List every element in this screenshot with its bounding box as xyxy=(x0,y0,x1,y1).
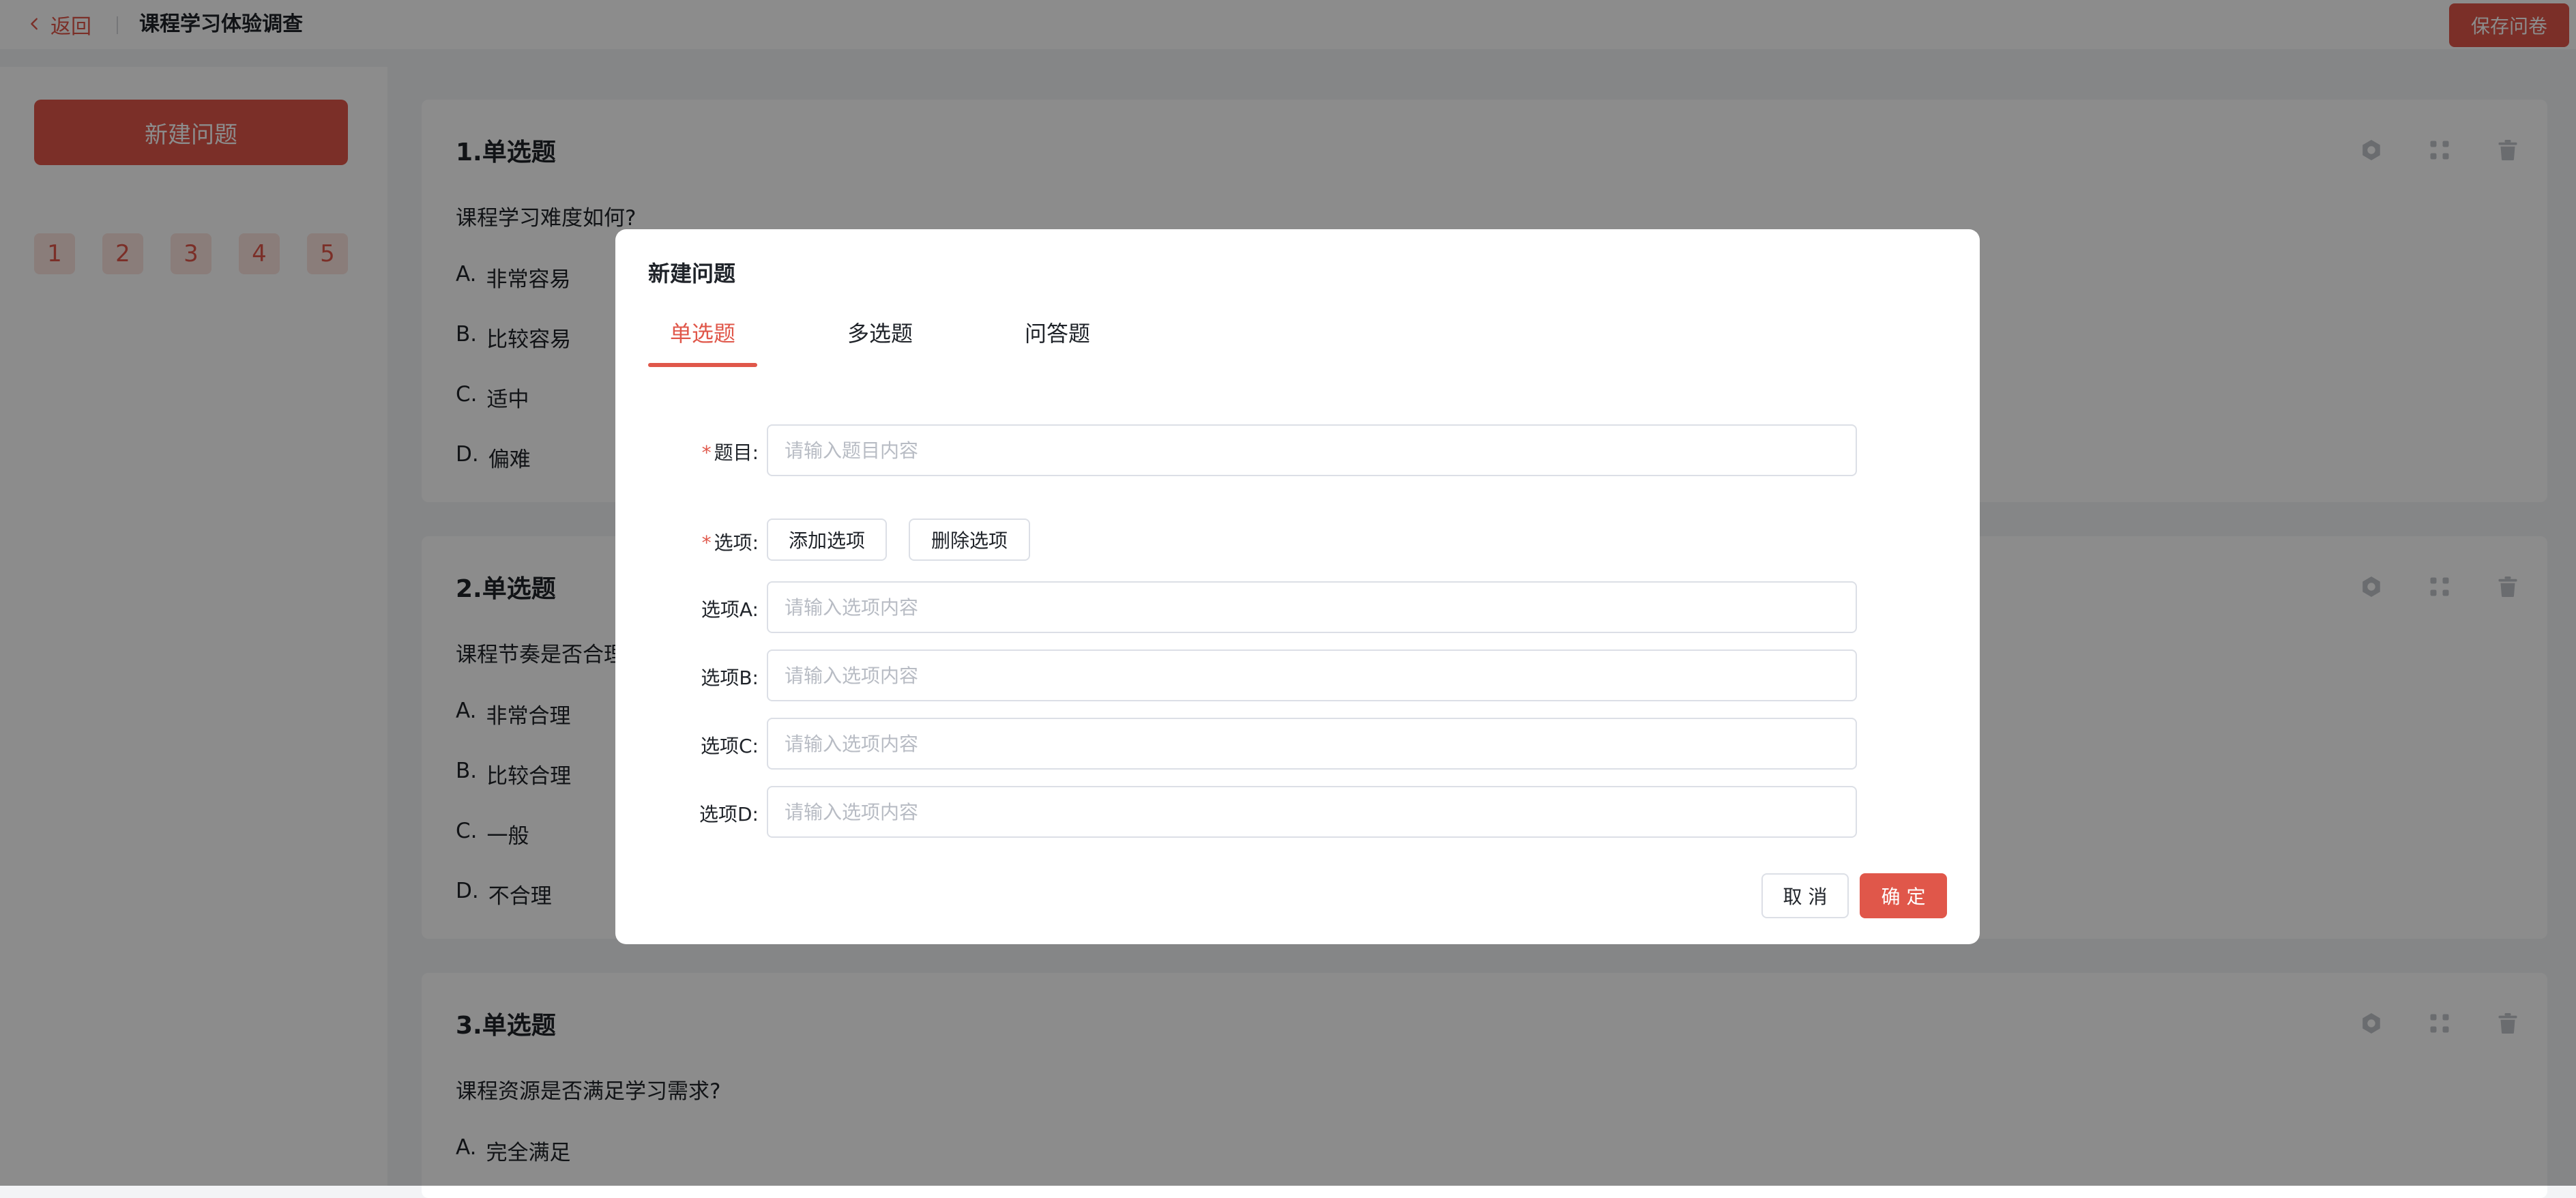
required-mark: * xyxy=(701,531,712,554)
required-mark: * xyxy=(701,441,712,464)
active-tab-indicator xyxy=(648,363,757,367)
option-b-input[interactable] xyxy=(767,649,1857,701)
option-d-input[interactable] xyxy=(767,786,1857,838)
tab-single-choice[interactable]: 单选题 xyxy=(670,317,735,348)
tab-multiple-choice[interactable]: 多选题 xyxy=(847,317,913,348)
cancel-button[interactable]: 取 消 xyxy=(1761,873,1849,918)
topic-label-text: 题目: xyxy=(714,441,759,464)
survey-editor: 返回 课程学习体验调查 保存问卷 新建问题 1 2 3 4 5 1.单选题 课程… xyxy=(0,0,2576,1198)
topic-input[interactable] xyxy=(767,424,1857,476)
option-a-input[interactable] xyxy=(767,581,1857,633)
option-d-label: 选项D: xyxy=(699,803,759,826)
add-option-button[interactable]: 添加选项 xyxy=(767,518,887,561)
dialog-title: 新建问题 xyxy=(648,261,736,287)
options-label-text: 选项: xyxy=(714,531,759,554)
tab-open-question[interactable]: 问答题 xyxy=(1025,317,1090,348)
new-question-dialog: 新建问题 单选题 多选题 问答题 *题目: *选项: 添加选项 删除选项 选项A… xyxy=(615,229,1980,944)
confirm-button[interactable]: 确 定 xyxy=(1860,873,1947,918)
options-label: * 选项: xyxy=(663,528,759,555)
option-a-label: 选项A: xyxy=(701,598,759,621)
option-b-label: 选项B: xyxy=(701,667,759,689)
option-c-input[interactable] xyxy=(767,718,1857,770)
delete-option-button[interactable]: 删除选项 xyxy=(909,518,1030,561)
topic-label: * 题目: xyxy=(663,438,759,465)
option-c-label: 选项C: xyxy=(701,735,759,757)
